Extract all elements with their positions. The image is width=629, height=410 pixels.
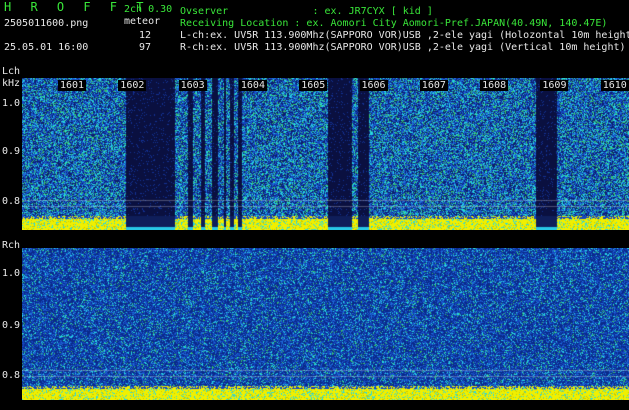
- meteor-label: meteor: [124, 16, 161, 27]
- khz-unit-label: kHz: [2, 78, 21, 89]
- time-mark-1605: 1605: [299, 80, 328, 91]
- lch-channel-label: Lch: [2, 66, 21, 77]
- lch-spectrogram: [22, 78, 629, 230]
- lch-ytick-0-8: 0.8: [2, 196, 21, 207]
- hrofft-window: H R O F F T 2ch 0.30 2505011600.png mete…: [0, 0, 629, 410]
- time-mark-1609: 1609: [540, 80, 569, 91]
- time-mark-1607: 1607: [419, 80, 448, 91]
- datetime-label: 25.05.01 16:00: [4, 42, 89, 53]
- time-mark-1603: 1603: [178, 80, 207, 91]
- rch-ytick-0-9: 0.9: [2, 320, 21, 331]
- time-mark-1606: 1606: [359, 80, 388, 91]
- lch-ytick-1-0: 1.0: [2, 98, 21, 109]
- lch-ytick-0-9: 0.9: [2, 146, 21, 157]
- time-mark-1608: 1608: [480, 80, 509, 91]
- rch-ytick-1-0: 1.0: [2, 268, 21, 279]
- version-label: 2ch 0.30: [124, 4, 173, 15]
- rch-channel-label: Rch: [2, 240, 21, 251]
- filename-label: 2505011600.png: [4, 18, 89, 29]
- location-info: Receiving Location : ex. Aomori City Aom…: [180, 18, 608, 29]
- time-mark-1602: 1602: [118, 80, 147, 91]
- observer-info: Ovserver : ex. JR7CYX [ kid ]: [180, 6, 433, 17]
- rch-ytick-0-8: 0.8: [2, 370, 21, 381]
- rch-info: R-ch:ex. UV5R 113.900Mhz(SAPPORO VOR)USB…: [180, 42, 626, 53]
- time-mark-1604: 1604: [238, 80, 267, 91]
- time-mark-1601: 1601: [58, 80, 87, 91]
- rch-meteor-count: 97: [139, 42, 152, 53]
- lch-meteor-count: 12: [139, 30, 152, 41]
- time-mark-1610: 1610: [600, 80, 629, 91]
- rch-spectrogram: [22, 248, 629, 400]
- lch-info: L-ch:ex. UV5R 113.900Mhz(SAPPORO VOR)USB…: [180, 30, 629, 41]
